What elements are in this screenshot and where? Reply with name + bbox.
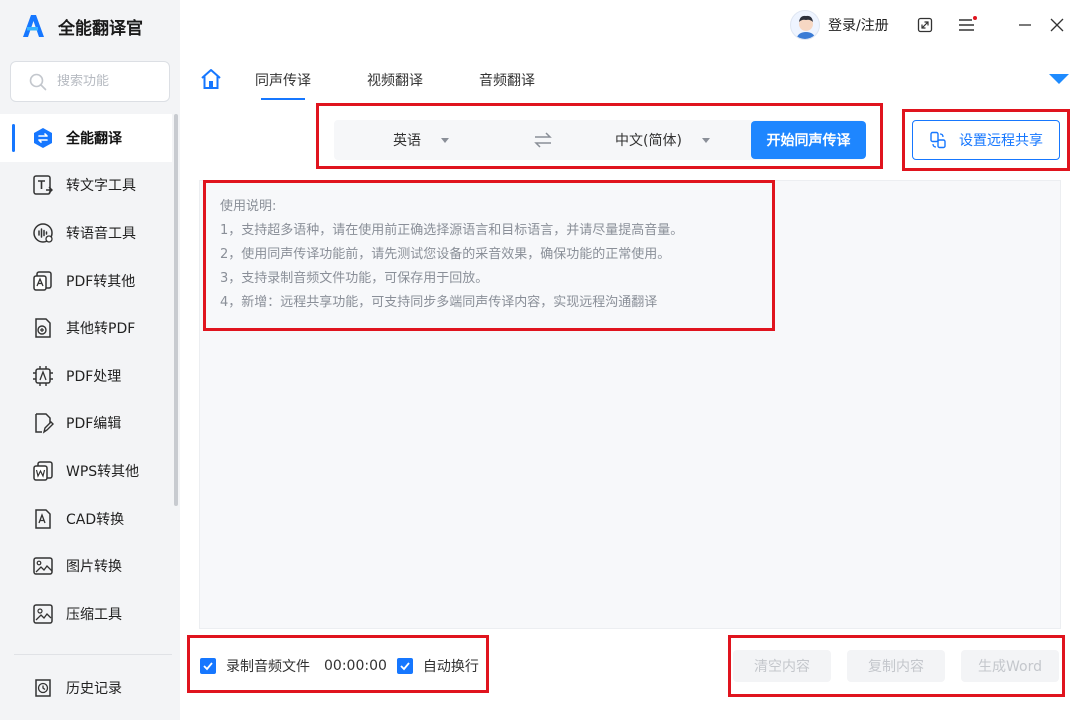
text-tool-icon (32, 174, 54, 196)
pdf-convert-icon (32, 270, 54, 292)
instruction-line: 4，新增：远程共享功能，可支持同步多端同声传译内容，实现远程沟通翻译 (220, 295, 658, 310)
tab-video[interactable]: 视频翻译 (367, 70, 423, 90)
generate-word-button[interactable]: 生成Word (961, 650, 1059, 682)
mini-mode-button[interactable] (913, 13, 937, 37)
translate-icon (32, 127, 54, 149)
sidebar-item-pdf-process[interactable]: PDF处理 (0, 352, 172, 400)
record-audio-label: 录制音频文件 (226, 659, 310, 675)
voice-tool-icon (32, 222, 54, 244)
chevron-down-icon (441, 137, 449, 143)
pdf-process-icon (32, 365, 54, 387)
sidebar-item-label: 历史记录 (66, 680, 122, 697)
sidebar-item-compress[interactable]: 压缩工具 (0, 590, 172, 638)
image-convert-icon (32, 555, 54, 577)
sidebar-nav: 全能翻译 转文字工具 转语音工具 PDF转其他 其他转PDF PDF处理 PDF… (0, 114, 172, 638)
wps-convert-icon (32, 460, 54, 482)
cad-convert-icon (32, 508, 54, 530)
app-logo-icon (23, 15, 44, 37)
instruction-line: 3，支持录制音频文件功能，可保存用于回放。 (220, 271, 489, 286)
instruction-line: 1，支持超多语种，请在使用前正确选择源语言和目标语言，并请尽量提高音量。 (220, 223, 684, 238)
sidebar-item-label: 图片转换 (66, 559, 122, 576)
swap-icon[interactable] (534, 130, 552, 150)
sidebar-item-voice-tool[interactable]: 转语音工具 (0, 209, 172, 257)
source-language-select[interactable]: 英语 (393, 120, 449, 160)
close-button[interactable] (1045, 13, 1069, 37)
chevron-down-icon (701, 137, 710, 143)
title-bar: 登录/注册 (180, 0, 1080, 50)
sidebar-item-history[interactable]: 历史记录 (0, 664, 172, 712)
sidebar-item-label: 压缩工具 (66, 606, 122, 623)
sidebar-item-pdf-convert[interactable]: PDF转其他 (0, 257, 172, 305)
app-title: 全能翻译官 (58, 18, 143, 39)
checkmark-icon (203, 662, 213, 671)
sidebar-item-label: CAD转换 (66, 511, 125, 528)
app-logo: 全能翻译官 (20, 10, 143, 42)
login-label: 登录/注册 (828, 18, 889, 34)
compress-icon (32, 603, 54, 625)
record-timer: 00:00:00 (324, 658, 387, 674)
shrink-icon (917, 17, 933, 33)
search-input[interactable] (57, 74, 157, 89)
record-audio-checkbox[interactable] (200, 658, 216, 674)
mode-tabs: 同声传译 视频翻译 音频翻译 (255, 70, 591, 100)
sidebar-item-translate[interactable]: 全能翻译 (0, 114, 172, 162)
sidebar-item-label: 转语音工具 (66, 225, 136, 242)
remote-share-icon (930, 131, 946, 149)
menu-icon (959, 16, 977, 31)
target-language-select[interactable]: 中文(简体) (615, 120, 710, 160)
sidebar-item-pdf-edit[interactable]: PDF编辑 (0, 400, 172, 448)
remote-share-button[interactable]: 设置远程共享 (912, 120, 1060, 160)
sidebar-item-label: 其他转PDF (66, 321, 136, 338)
copy-content-button[interactable]: 复制内容 (847, 650, 945, 682)
sidebar-item-to-pdf[interactable]: 其他转PDF (0, 304, 172, 352)
home-icon[interactable] (200, 68, 222, 90)
clear-content-button[interactable]: 清空内容 (733, 650, 831, 682)
minimize-button[interactable] (1013, 13, 1037, 37)
login-button[interactable]: 登录/注册 (790, 10, 889, 40)
sidebar-scrollbar[interactable] (174, 114, 178, 506)
sidebar-item-label: PDF处理 (66, 368, 122, 385)
close-icon (1050, 18, 1064, 32)
sidebar-item-label: 转文字工具 (66, 178, 136, 195)
search-icon (29, 73, 47, 90)
pdf-edit-icon (32, 412, 54, 434)
remote-share-label: 设置远程共享 (959, 133, 1043, 149)
start-interpretation-button[interactable]: 开始同声传译 (751, 121, 866, 159)
sidebar-item-label: 全能翻译 (66, 130, 122, 147)
translation-output-area[interactable]: 使用说明: 1，支持超多语种，请在使用前正确选择源语言和目标语言，并请尽量提高音… (199, 180, 1061, 629)
auto-wrap-checkbox[interactable] (396, 658, 413, 674)
sidebar-item-label: PDF编辑 (66, 416, 122, 433)
instructions-title: 使用说明: (220, 199, 277, 214)
tab-simultaneous[interactable]: 同声传译 (255, 70, 311, 100)
source-language-value: 英语 (393, 133, 421, 149)
menu-button[interactable] (955, 13, 979, 37)
checkmark-icon (400, 662, 410, 671)
to-pdf-icon (32, 317, 54, 339)
search-box[interactable] (10, 61, 170, 102)
sidebar-item-wps-convert[interactable]: WPS转其他 (0, 447, 172, 495)
sidebar-item-text-tool[interactable]: 转文字工具 (0, 162, 172, 210)
avatar (790, 10, 820, 40)
sidebar: 全能翻译官 全能翻译 转文字工具 转语音工具 (0, 0, 180, 720)
bottom-options: 录制音频文件 00:00:00 自动换行 (200, 654, 479, 678)
sidebar-item-image-convert[interactable]: 图片转换 (0, 542, 172, 590)
sidebar-item-label: PDF转其他 (66, 273, 136, 290)
target-language-value: 中文(简体) (615, 133, 682, 149)
minimize-icon (1019, 24, 1031, 26)
tab-audio[interactable]: 音频翻译 (479, 70, 535, 90)
sidebar-divider (14, 654, 172, 655)
auto-wrap-label: 自动换行 (422, 659, 479, 675)
usage-instructions: 使用说明: 1，支持超多语种，请在使用前正确选择源语言和目标语言，并请尽量提高音… (220, 195, 683, 315)
history-icon (32, 677, 54, 699)
collapse-triangle-icon[interactable] (1049, 74, 1069, 84)
instruction-line: 2，使用同声传译功能前，请先测试您设备的采音效果，确保功能的正常使用。 (220, 247, 671, 262)
sidebar-item-cad-convert[interactable]: CAD转换 (0, 495, 172, 543)
sidebar-item-label: WPS转其他 (66, 463, 140, 480)
